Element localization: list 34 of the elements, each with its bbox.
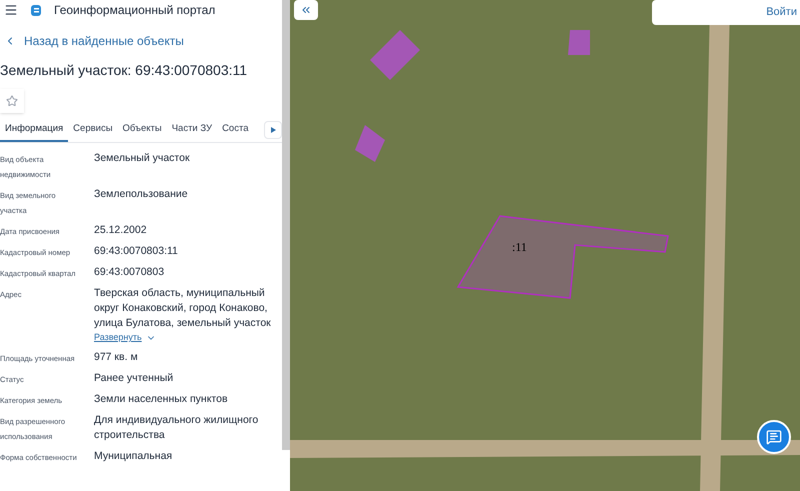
property-value: 25.12.2002 bbox=[94, 223, 148, 238]
tab[interactable]: Объекты bbox=[118, 119, 167, 142]
object-title: Земельный участок: 69:43:0070803:11 bbox=[0, 61, 248, 80]
chat-icon bbox=[766, 429, 782, 445]
menu-icon[interactable] bbox=[4, 3, 18, 17]
tab[interactable]: Информация bbox=[0, 119, 68, 142]
scroll-tabs-button[interactable] bbox=[264, 121, 282, 139]
portal-title: Геоинформационный портал bbox=[54, 2, 216, 19]
chat-button[interactable] bbox=[757, 420, 791, 454]
property-value: 69:43:0070803 bbox=[94, 265, 166, 280]
property-value: 977 кв. м bbox=[94, 350, 139, 364]
logo-icon bbox=[30, 4, 42, 16]
parcel-label: :11 bbox=[512, 239, 527, 256]
favorite-button[interactable] bbox=[0, 89, 24, 113]
star-icon bbox=[6, 95, 18, 107]
back-link[interactable]: Назад в найденные объекты bbox=[4, 32, 184, 50]
property-value: Землепользование bbox=[94, 187, 189, 202]
tab[interactable]: Части ЗУ bbox=[166, 119, 218, 142]
property-value: Земли населенных пунктов bbox=[94, 392, 229, 406]
property-value: Муниципальная bbox=[94, 448, 174, 464]
tab[interactable]: Соста bbox=[217, 119, 254, 142]
scrollbar[interactable] bbox=[282, 0, 290, 450]
login-button[interactable]: Войти bbox=[652, 0, 800, 25]
caret-icon bbox=[270, 127, 276, 133]
collapse-panel-button[interactable] bbox=[294, 0, 318, 20]
tab[interactable]: Сервисы bbox=[68, 119, 118, 142]
collapse-icon bbox=[300, 4, 312, 16]
property-value: Ранее учтенный bbox=[94, 370, 174, 386]
property-value: 69:43:0070803:11 bbox=[94, 244, 179, 259]
expand-link[interactable]: Развернуть bbox=[94, 331, 156, 344]
property-value: Земельный участок bbox=[94, 151, 191, 166]
property-value: Для индивидуального жилищного строительства bbox=[94, 412, 260, 442]
property-value: Тверская область, муниципальный округ Конаковский, город Конаково, улица Булатова, земельный участок bbox=[94, 286, 272, 331]
map-view[interactable]: :11 Войти bbox=[290, 0, 800, 491]
